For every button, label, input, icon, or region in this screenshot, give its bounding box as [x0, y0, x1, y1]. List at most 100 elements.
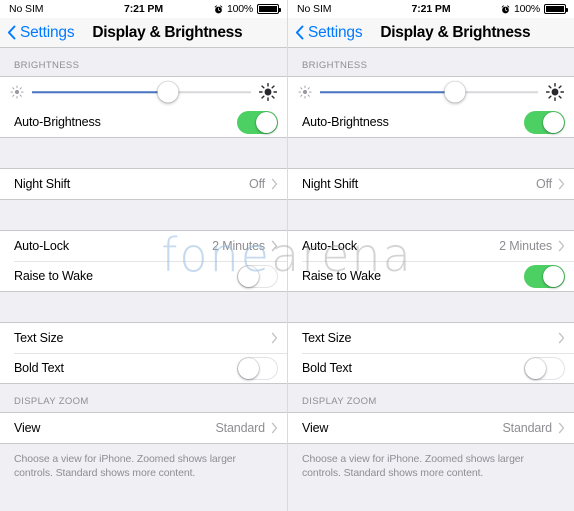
display-zoom-card: View Standard — [288, 412, 574, 444]
auto-brightness-toggle[interactable] — [237, 110, 278, 134]
toggle-knob — [238, 357, 259, 379]
row-right-accessory — [237, 356, 278, 380]
brightness-high-icon — [546, 83, 564, 101]
chevron-right-icon — [558, 422, 565, 434]
view-label: View — [14, 421, 41, 435]
night-shift-label: Night Shift — [302, 177, 359, 191]
chevron-right-icon — [558, 332, 565, 344]
view-label: View — [302, 421, 329, 435]
view-value: Standard — [502, 421, 552, 435]
row-raise-to-wake[interactable]: Raise to Wake — [288, 261, 574, 291]
row-right-accessory — [237, 110, 278, 134]
night-shift-label: Night Shift — [14, 177, 71, 191]
battery-full-icon — [544, 4, 568, 14]
raise-to-wake-toggle[interactable] — [237, 264, 278, 288]
chevron-right-icon — [271, 422, 278, 434]
brightness-slider-row[interactable] — [288, 77, 574, 107]
row-right-accessory — [524, 264, 565, 288]
chevron-right-icon — [558, 240, 565, 252]
alarm-clock-icon — [214, 4, 223, 13]
page-title: Display & Brightness — [380, 23, 531, 41]
text-size-label: Text Size — [302, 331, 352, 345]
row-right-accessory: Standard — [215, 421, 278, 435]
auto-lock-value: 2 Minutes — [499, 239, 552, 253]
bold-text-label: Bold Text — [14, 361, 64, 375]
chevron-right-icon — [271, 240, 278, 252]
screen-right: No SIM 7:21 PM 100% Settings Display & B… — [287, 0, 574, 511]
row-auto-brightness[interactable]: Auto-Brightness — [288, 107, 574, 137]
row-auto-brightness[interactable]: Auto-Brightness — [0, 107, 287, 137]
battery-full-icon — [257, 4, 281, 14]
auto-brightness-label: Auto-Brightness — [302, 115, 389, 129]
row-view[interactable]: View Standard — [288, 413, 574, 443]
raise-to-wake-toggle[interactable] — [524, 264, 565, 288]
display-zoom-footer: Choose a view for iPhone. Zoomed shows l… — [14, 453, 236, 480]
section-header-brightness: BRIGHTNESS — [14, 60, 80, 71]
row-raise-to-wake[interactable]: Raise to Wake — [0, 261, 287, 291]
toggle-knob — [238, 265, 259, 287]
brightness-slider-track[interactable] — [32, 81, 251, 103]
section-header-display-zoom: DISPLAY ZOOM — [14, 396, 89, 407]
night-shift-value: Off — [536, 177, 552, 191]
navigation-bar: Settings Display & Brightness — [0, 18, 287, 48]
row-auto-lock[interactable]: Auto-Lock 2 Minutes — [288, 231, 574, 261]
chevron-right-icon — [558, 178, 565, 190]
row-night-shift[interactable]: Night Shift Off — [288, 169, 574, 199]
night-shift-value: Off — [249, 177, 265, 191]
auto-lock-value: 2 Minutes — [212, 239, 265, 253]
slider-fill — [32, 91, 168, 93]
alarm-clock-icon — [501, 4, 510, 13]
dual-screenshot-container: No SIM 7:21 PM 100% Settings Display & B… — [0, 0, 574, 511]
battery-percent-label: 100% — [513, 3, 540, 15]
battery-percent-label: 100% — [226, 3, 253, 15]
back-button-label: Settings — [308, 23, 363, 41]
status-bar-right: 100% — [214, 3, 281, 15]
section-header-display-zoom: DISPLAY ZOOM — [302, 396, 377, 407]
text-card: Text Size Bold Text — [0, 322, 287, 384]
row-right-accessory — [524, 356, 565, 380]
bold-text-toggle[interactable] — [237, 356, 278, 380]
night-shift-card: Night Shift Off — [0, 168, 287, 200]
page-title: Display & Brightness — [92, 23, 243, 41]
screen-left: No SIM 7:21 PM 100% Settings Display & B… — [0, 0, 287, 511]
row-view[interactable]: View Standard — [0, 413, 287, 443]
back-button-settings[interactable]: Settings — [7, 24, 75, 42]
back-button-settings[interactable]: Settings — [295, 23, 363, 42]
auto-lock-label: Auto-Lock — [14, 239, 69, 253]
row-bold-text[interactable]: Bold Text — [288, 353, 574, 383]
slider-knob[interactable] — [444, 81, 466, 103]
row-text-size[interactable]: Text Size — [0, 323, 287, 353]
auto-brightness-toggle[interactable] — [524, 110, 565, 134]
brightness-slider-row[interactable] — [0, 77, 287, 107]
row-text-size[interactable]: Text Size — [288, 323, 574, 353]
bold-text-label: Bold Text — [302, 361, 352, 375]
chevron-right-icon — [271, 332, 278, 344]
navigation-bar: Settings Display & Brightness — [288, 18, 574, 48]
row-right-accessory — [558, 332, 565, 344]
section-header-brightness: BRIGHTNESS — [302, 60, 368, 71]
toggle-knob — [256, 111, 277, 133]
row-auto-lock[interactable]: Auto-Lock 2 Minutes — [0, 231, 287, 261]
row-right-accessory: Off — [249, 177, 278, 191]
row-bold-text[interactable]: Bold Text — [0, 353, 287, 383]
display-zoom-footer: Choose a view for iPhone. Zoomed shows l… — [302, 453, 524, 480]
bold-text-toggle[interactable] — [524, 356, 565, 380]
status-bar-right: 100% — [501, 3, 568, 15]
brightness-slider-track[interactable] — [320, 81, 538, 103]
brightness-high-icon — [259, 83, 277, 101]
brightness-card: Auto-Brightness — [0, 76, 287, 138]
status-bar: No SIM 7:21 PM 100% — [288, 0, 574, 18]
slider-knob[interactable] — [157, 81, 179, 103]
row-right-accessory — [524, 110, 565, 134]
row-right-accessory: 2 Minutes — [212, 239, 278, 253]
status-bar: No SIM 7:21 PM 100% — [0, 0, 287, 18]
raise-to-wake-label: Raise to Wake — [302, 269, 381, 283]
row-night-shift[interactable]: Night Shift Off — [0, 169, 287, 199]
slider-fill — [320, 91, 456, 93]
